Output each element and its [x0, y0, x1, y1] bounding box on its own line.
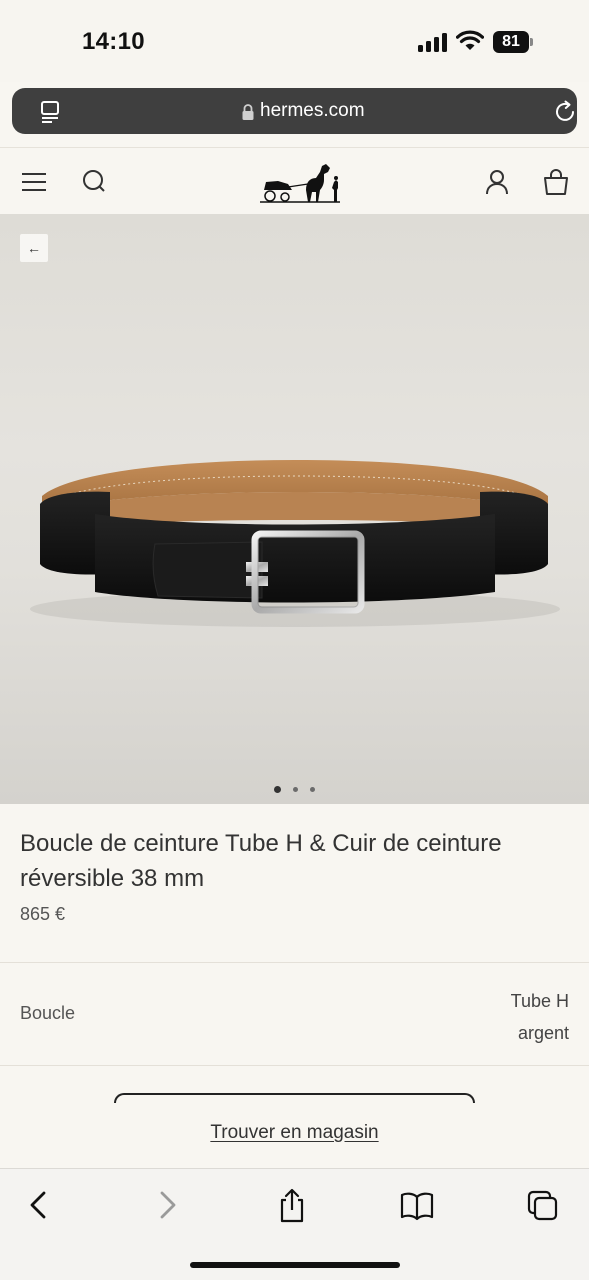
carousel-dot-1[interactable]: [274, 786, 281, 794]
belt-image: [30, 460, 560, 627]
status-bar: 14:10 81: [0, 0, 589, 82]
product-price: 865 €: [20, 904, 66, 924]
divider: [0, 962, 589, 963]
carousel-dot-2[interactable]: [293, 787, 298, 793]
divider: [0, 1065, 589, 1066]
home-indicator: [190, 1262, 400, 1268]
tabs-icon[interactable]: [526, 1187, 560, 1223]
wifi-icon: [456, 30, 484, 50]
lock-icon: [242, 104, 254, 120]
option-label-buckle: Boucle: [20, 1003, 76, 1023]
bookmarks-icon[interactable]: [400, 1187, 434, 1223]
back-icon[interactable]: [22, 1187, 56, 1223]
account-icon[interactable]: [482, 167, 512, 197]
forward-icon[interactable]: [150, 1187, 184, 1223]
reload-icon[interactable]: [552, 99, 578, 125]
back-arrow-button[interactable]: ←: [20, 234, 48, 262]
product-title: Boucle de ceinture Tube H & Cuir de cein…: [20, 830, 502, 892]
hermes-logo[interactable]: [258, 160, 342, 206]
carousel-dot-3[interactable]: [310, 787, 315, 793]
url-text[interactable]: hermes.com: [260, 100, 365, 122]
share-icon[interactable]: [275, 1187, 309, 1223]
find-in-store-link[interactable]: Trouver en magasin: [0, 1122, 589, 1144]
cellular-signal-icon: [418, 32, 448, 52]
address-bar[interactable]: hermes.com: [12, 88, 577, 134]
find-in-store-label[interactable]: Trouver en magasin: [210, 1122, 378, 1143]
search-icon[interactable]: [80, 167, 110, 197]
site-header: [0, 147, 589, 215]
status-time: 14:10: [82, 28, 145, 55]
add-to-cart-button-edge[interactable]: [114, 1093, 475, 1103]
bag-icon[interactable]: [541, 167, 571, 197]
product-image-carousel[interactable]: ←: [0, 214, 589, 804]
option-value-buckle[interactable]: Tube H argent: [479, 985, 569, 1049]
battery-indicator: 81: [493, 31, 529, 53]
battery-tip: [530, 38, 533, 46]
reader-icon[interactable]: [38, 99, 64, 125]
menu-icon[interactable]: [20, 167, 50, 197]
carousel-dots: [0, 781, 589, 794]
